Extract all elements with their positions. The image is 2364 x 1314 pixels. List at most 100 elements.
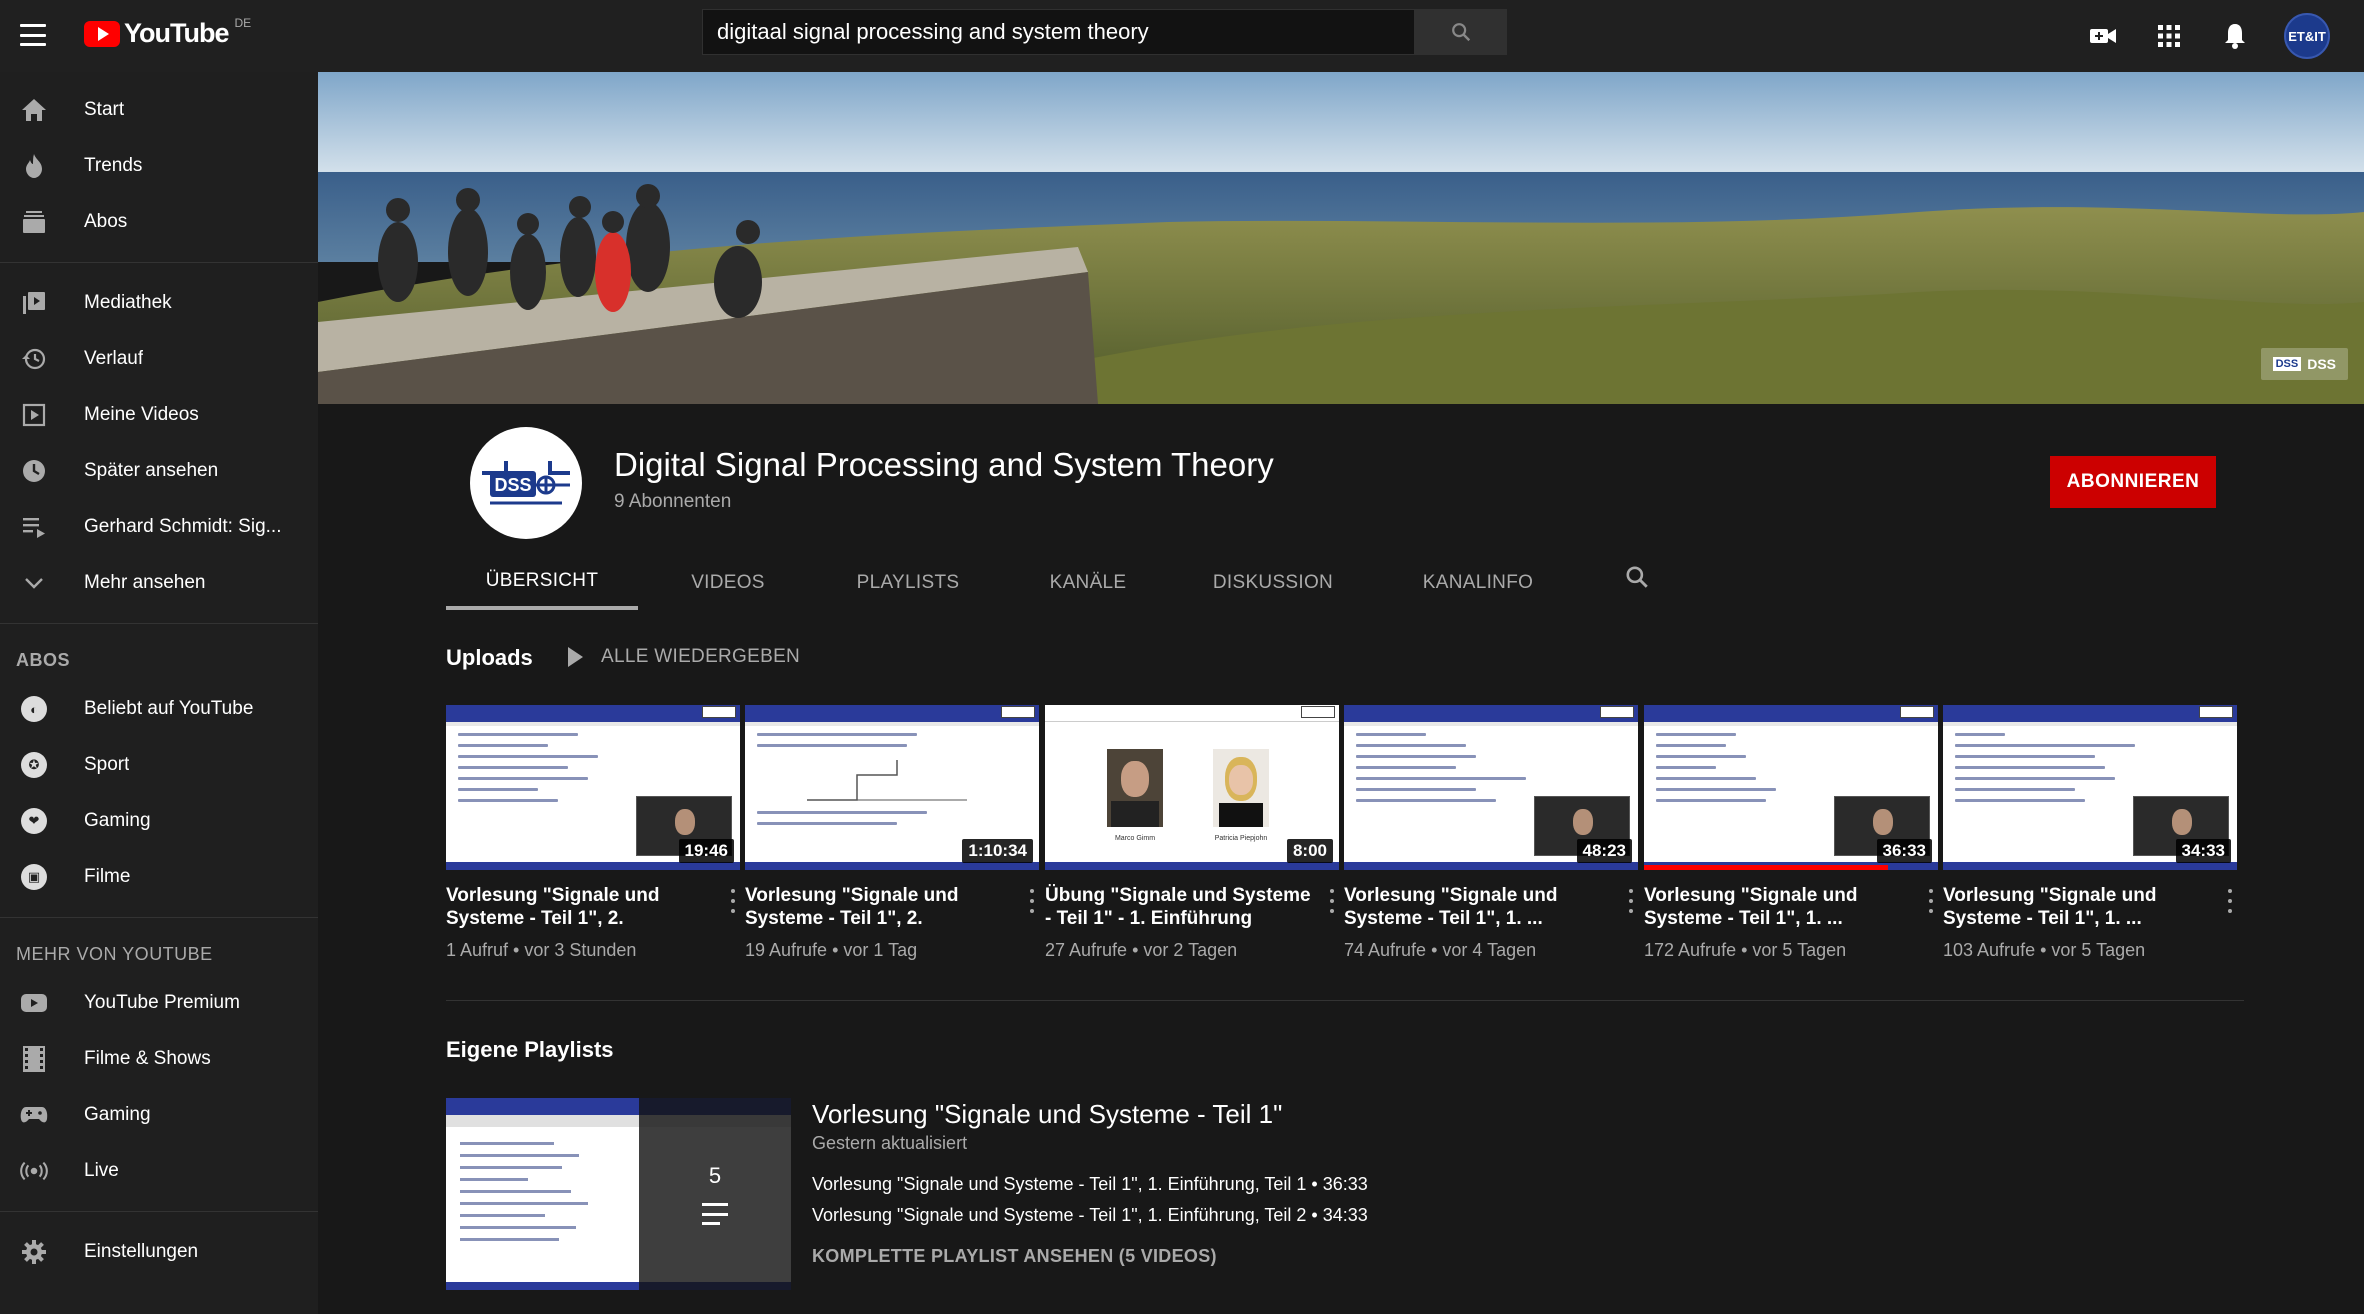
video-meta: 74 Aufrufe • vor 4 Tagen [1344, 940, 1537, 960]
cau-logo-icon [702, 706, 736, 718]
live-icon [20, 1157, 48, 1185]
video-duration: 36:33 [1876, 839, 1932, 863]
play-icon [568, 647, 583, 667]
watch-progress-bar [1644, 865, 1889, 870]
sidebar-item-start[interactable]: Start [0, 82, 318, 138]
sidebar-item-mehr-ansehen[interactable]: Mehr ansehen [0, 555, 318, 611]
video-title[interactable]: Vorlesung "Signale und Systeme - Teil 1"… [1943, 884, 2209, 930]
sidebar-item-gaming[interactable]: Gaming [0, 1087, 318, 1143]
tab-uebersicht[interactable]: ÜBERSICHT [446, 556, 638, 610]
dss-logo-icon: DSS [482, 461, 570, 505]
apps-grid-icon[interactable] [2152, 19, 2186, 53]
sidebar-item-live[interactable]: Live [0, 1143, 318, 1199]
sidebar-sub-filme[interactable]: ▣ Filme [0, 849, 318, 905]
sidebar-item-abos[interactable]: Abos [0, 194, 318, 250]
sidebar-sub-beliebt[interactable]: ◐ Beliebt auf YouTube [0, 681, 318, 737]
video-card[interactable]: 48:23 Vorlesung "Signale und Systeme - T… [1344, 705, 1638, 961]
playlist-entry[interactable]: Vorlesung "Signale und Systeme - Teil 1"… [812, 1174, 1368, 1195]
search-input[interactable] [702, 9, 1415, 55]
cau-logo-icon [1900, 706, 1934, 718]
sidebar-sub-sport[interactable]: ✪ Sport [0, 737, 318, 793]
tutor-photo-image [1213, 749, 1269, 827]
movies-channel-avatar-icon: ▣ [21, 864, 47, 890]
sidebar-item-spaeter-ansehen[interactable]: Später ansehen [0, 443, 318, 499]
playlist-name[interactable]: Vorlesung "Signale und Systeme - Teil 1" [812, 1099, 1282, 1130]
video-thumbnail[interactable]: 34:33 [1943, 705, 2237, 870]
youtube-play-icon [84, 20, 120, 47]
video-card[interactable]: Marco Gimm Patricia Piepjohn 8:00 Übung … [1045, 705, 1339, 961]
top-actions: ET&IT [2086, 0, 2364, 72]
uploads-heading[interactable]: Uploads [446, 645, 533, 671]
video-card[interactable]: 19:46 Vorlesung "Signale und Systeme - T… [446, 705, 740, 961]
more-vert-icon[interactable] [1027, 889, 1037, 913]
video-thumbnail[interactable]: 19:46 [446, 705, 740, 870]
video-duration: 8:00 [1286, 839, 1333, 863]
video-card[interactable]: 34:33 Vorlesung "Signale und Systeme - T… [1943, 705, 2237, 961]
playlist-thumbnail[interactable]: 5 [446, 1098, 791, 1290]
more-vert-icon[interactable] [728, 889, 738, 913]
video-title[interactable]: Übung "Signale und Systeme - Teil 1" - 1… [1045, 884, 1311, 930]
sidebar-sub-gaming[interactable]: ❤ Gaming [0, 793, 318, 849]
video-title[interactable]: Vorlesung "Signale und Systeme - Teil 1"… [1344, 884, 1610, 930]
video-thumbnail[interactable]: 48:23 [1344, 705, 1638, 870]
gaming-channel-avatar-icon: ❤ [21, 808, 47, 834]
notifications-bell-icon[interactable] [2218, 19, 2252, 53]
sidebar-item-mediathek[interactable]: Mediathek [0, 275, 318, 331]
sidebar-item-playlist[interactable]: Gerhard Schmidt: Sig... [0, 499, 318, 555]
sidebar-item-youtube-premium[interactable]: YouTube Premium [0, 975, 318, 1031]
video-title[interactable]: Vorlesung "Signale und Systeme - Teil 1"… [745, 884, 1011, 930]
youtube-logo[interactable]: YouTube DE [84, 16, 251, 49]
video-thumbnail[interactable]: 36:33 [1644, 705, 1938, 870]
channel-banner: DSS DSS [318, 72, 2364, 404]
banner-badge[interactable]: DSS DSS [2260, 348, 2348, 380]
sidebar-item-trends[interactable]: Trends [0, 138, 318, 194]
more-vert-icon[interactable] [2225, 889, 2235, 913]
channel-search-icon[interactable] [1620, 560, 1654, 594]
playlists-heading[interactable]: Eigene Playlists [446, 1037, 614, 1063]
subscribe-button[interactable]: ABONNIEREN [2050, 456, 2216, 508]
create-video-icon[interactable] [2086, 19, 2120, 53]
sidebar-item-filme-shows[interactable]: Filme & Shows [0, 1031, 318, 1087]
playlist-icon [702, 1203, 728, 1225]
tab-videos[interactable]: VIDEOS [638, 556, 818, 610]
sidebar-item-verlauf[interactable]: Verlauf [0, 331, 318, 387]
logo-text: YouTube [124, 18, 229, 48]
video-duration: 48:23 [1576, 839, 1632, 863]
tab-diskussion[interactable]: DISKUSSION [1178, 556, 1368, 610]
tab-kanalinfo[interactable]: KANALINFO [1368, 556, 1588, 610]
more-vert-icon[interactable] [1626, 889, 1636, 913]
view-full-playlist-link[interactable]: KOMPLETTE PLAYLIST ANSEHEN (5 VIDEOS) [812, 1246, 1217, 1267]
film-icon [20, 1045, 48, 1073]
video-meta: 27 Aufrufe • vor 2 Tagen [1045, 940, 1238, 960]
search-button[interactable] [1415, 9, 1507, 55]
video-thumbnail[interactable]: 1:10:34 [745, 705, 1039, 870]
my-videos-icon [20, 401, 48, 429]
video-meta: 1 Aufruf • vor 3 Stunden [446, 940, 637, 960]
menu-icon[interactable] [18, 20, 48, 50]
more-vert-icon[interactable] [1926, 889, 1936, 913]
cau-logo-icon [1001, 706, 1035, 718]
video-duration: 19:46 [678, 839, 734, 863]
video-duration: 1:10:34 [962, 839, 1033, 863]
play-all-button[interactable]: ALLE WIEDERGEBEN [568, 646, 800, 668]
video-title[interactable]: Vorlesung "Signale und Systeme - Teil 1"… [446, 884, 712, 930]
video-thumbnail[interactable]: Marco Gimm Patricia Piepjohn 8:00 [1045, 705, 1339, 870]
more-vert-icon[interactable] [1327, 889, 1337, 913]
sidebar-heading-more: MEHR VON YOUTUBE [16, 944, 213, 964]
channel-avatar[interactable]: DSS [470, 427, 582, 539]
sidebar-item-einstellungen[interactable]: Einstellungen [0, 1224, 318, 1280]
video-card[interactable]: 36:33 Vorlesung "Signale und Systeme - T… [1644, 705, 1938, 961]
channel-name: Digital Signal Processing and System The… [614, 446, 1274, 483]
home-icon [20, 96, 48, 124]
sidebar-item-meine-videos[interactable]: Meine Videos [0, 387, 318, 443]
gear-icon [20, 1238, 48, 1266]
tab-kanaele[interactable]: KANÄLE [998, 556, 1178, 610]
tutor-name-label: Marco Gimm [1114, 835, 1156, 842]
account-avatar[interactable]: ET&IT [2284, 13, 2330, 59]
video-title[interactable]: Vorlesung "Signale und Systeme - Teil 1"… [1644, 884, 1910, 930]
playlist-count-overlay: 5 [639, 1098, 791, 1290]
playlist-entry[interactable]: Vorlesung "Signale und Systeme - Teil 1"… [812, 1205, 1368, 1226]
video-meta: 172 Aufrufe • vor 5 Tagen [1644, 940, 1847, 960]
tab-playlists[interactable]: PLAYLISTS [818, 556, 998, 610]
video-card[interactable]: 1:10:34 Vorlesung "Signale und Systeme -… [745, 705, 1039, 961]
